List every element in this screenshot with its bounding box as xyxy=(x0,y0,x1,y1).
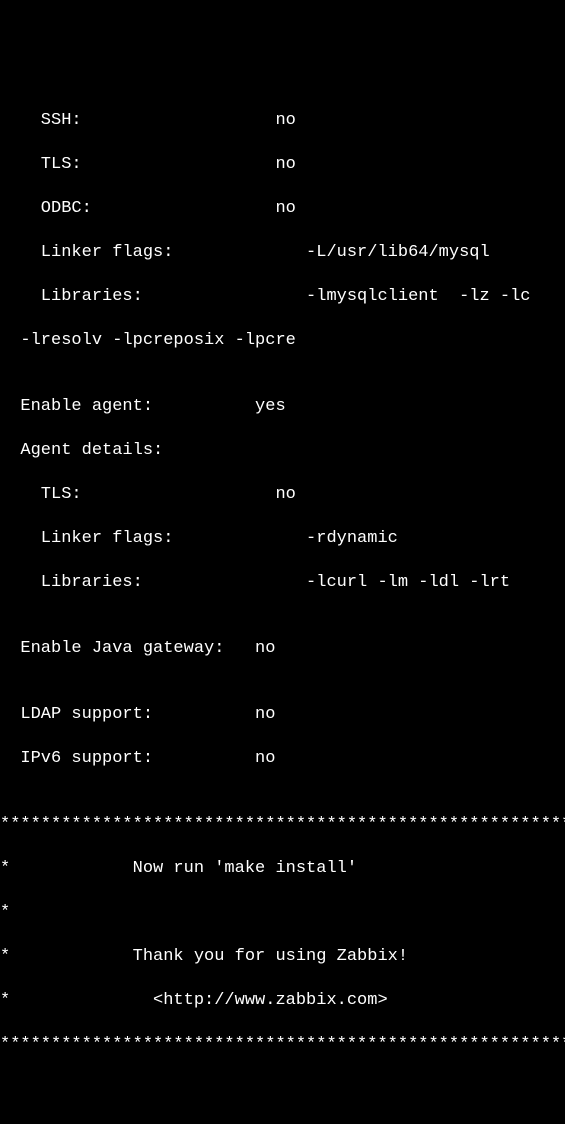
output-line: ODBC: no xyxy=(0,198,565,220)
output-line: ****************************************… xyxy=(0,814,565,836)
output-line: Libraries: -lcurl -lm -ldl -lrt xyxy=(0,572,565,594)
output-line: TLS: no xyxy=(0,484,565,506)
output-line: Linker flags: -rdynamic xyxy=(0,528,565,550)
output-line: Enable Java gateway: no xyxy=(0,638,565,660)
output-line: TLS: no xyxy=(0,154,565,176)
output-line: ****************************************… xyxy=(0,1034,565,1056)
output-line: * Now run 'make install' xyxy=(0,858,565,880)
output-line: IPv6 support: no xyxy=(0,748,565,770)
output-line: * xyxy=(0,902,565,924)
output-line: * <http://www.zabbix.com> xyxy=(0,990,565,1012)
output-line: -lresolv -lpcreposix -lpcre xyxy=(0,330,565,352)
terminal-output: SSH: no TLS: no ODBC: no Linker flags: -… xyxy=(0,88,565,1078)
output-line: Libraries: -lmysqlclient -lz -lc xyxy=(0,286,565,308)
output-line: LDAP support: no xyxy=(0,704,565,726)
output-line: * Thank you for using Zabbix! xyxy=(0,946,565,968)
output-line: Linker flags: -L/usr/lib64/mysql xyxy=(0,242,565,264)
output-line: Agent details: xyxy=(0,440,565,462)
output-line: SSH: no xyxy=(0,110,565,132)
output-line: Enable agent: yes xyxy=(0,396,565,418)
